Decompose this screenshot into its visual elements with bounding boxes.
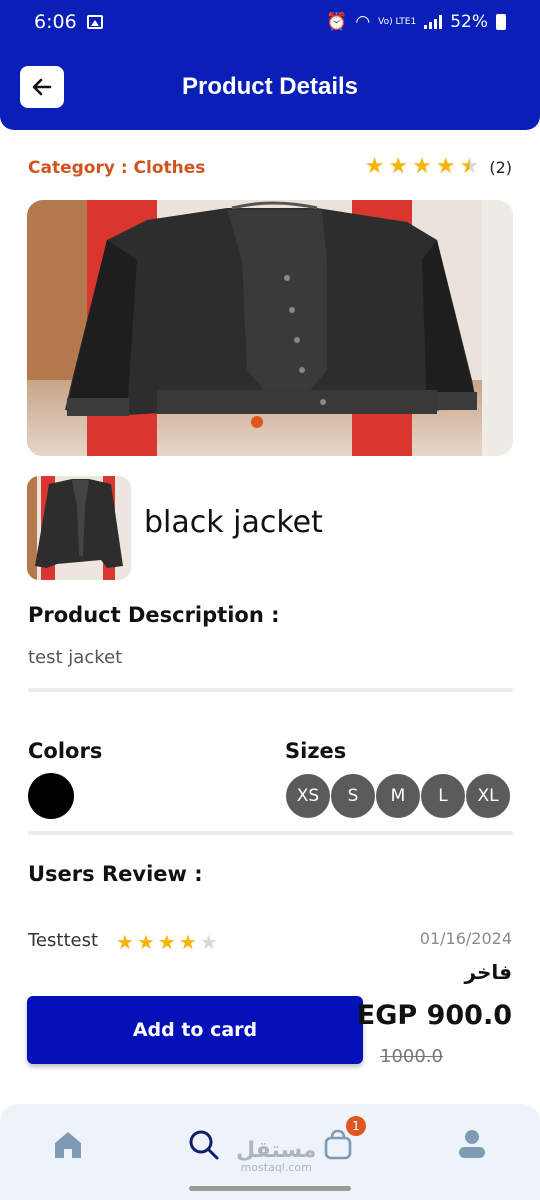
sizes-heading: Sizes [285, 739, 347, 763]
reviews-heading: Users Review : [28, 862, 203, 886]
category-label: Category : Clothes [28, 158, 206, 178]
jacket-photo [27, 200, 513, 456]
battery-icon [496, 14, 506, 30]
profile-icon [459, 1130, 485, 1158]
size-option[interactable]: M [375, 773, 421, 819]
nav-profile[interactable] [452, 1124, 492, 1164]
review-text: فاخر [464, 960, 512, 984]
network-label: Vo) LTE1 [378, 16, 417, 27]
back-button[interactable] [20, 66, 64, 108]
status-bar: 6:06 ⏰ ◠ Vo) LTE1 52% [0, 0, 540, 44]
battery-percent: 52% [450, 12, 488, 32]
app-header: Product Details [0, 44, 540, 130]
wifi-icon: ◠ [355, 12, 371, 32]
star-icon: ★ [388, 154, 409, 179]
nav-cart[interactable]: 1 [318, 1116, 366, 1164]
description-text: test jacket [28, 647, 123, 668]
star-icon: ★ [136, 930, 155, 954]
empty-star-icon: ★ [199, 930, 218, 954]
watermark-logo: مستقل mostaql.com [236, 1138, 317, 1174]
page-title: Product Details [181, 73, 359, 100]
rating-count: (2) [489, 157, 512, 177]
home-indicator[interactable] [189, 1186, 351, 1191]
review-rating: ★ ★ ★ ★ ★ [116, 932, 218, 952]
nav-search[interactable] [183, 1124, 223, 1164]
add-to-cart-button[interactable]: Add to card [27, 996, 363, 1064]
signal-icon [424, 15, 443, 29]
size-option[interactable]: XS [285, 773, 331, 819]
product-image-carousel[interactable] [27, 200, 513, 456]
half-star-icon: ★ [459, 154, 480, 179]
star-icon: ★ [157, 930, 176, 954]
size-option[interactable]: S [330, 773, 376, 819]
cart-count-badge: 1 [346, 1116, 366, 1136]
watermark-latin: mostaql.com [240, 1161, 312, 1174]
star-icon: ★ [412, 154, 432, 179]
size-options: XS S M L XL [285, 773, 511, 819]
divider [28, 831, 513, 835]
home-icon [55, 1132, 81, 1158]
size-option[interactable]: XL [465, 773, 511, 819]
arrow-left-icon [32, 78, 52, 96]
description-heading: Product Description : [28, 603, 280, 627]
size-option[interactable]: L [420, 773, 466, 819]
status-time: 6:06 [34, 11, 77, 33]
watermark-arabic: مستقل [236, 1138, 317, 1163]
star-icon: ★ [178, 930, 197, 954]
jacket-thumbnail-photo [27, 476, 131, 580]
product-name: black jacket [144, 505, 323, 540]
color-option-black[interactable] [28, 773, 74, 819]
current-price: EGP 900.0 [356, 1000, 512, 1031]
carousel-indicator[interactable] [251, 416, 263, 428]
gallery-notification-icon [86, 15, 103, 29]
reviewer-name: Testtest [28, 930, 99, 951]
review-date: 01/16/2024 [419, 929, 512, 948]
alarm-icon: ⏰ [326, 12, 348, 32]
search-icon [189, 1130, 219, 1160]
nav-home[interactable] [48, 1124, 88, 1164]
original-price: 1000.0 [380, 1046, 443, 1067]
colors-heading: Colors [28, 739, 103, 763]
star-icon: ★ [435, 154, 456, 179]
divider [28, 688, 513, 692]
star-icon: ★ [364, 154, 385, 179]
star-icon: ★ [116, 930, 134, 954]
product-rating: ★ ★ ★ ★ ★ (2) [365, 156, 512, 178]
product-thumbnail[interactable] [27, 476, 131, 580]
